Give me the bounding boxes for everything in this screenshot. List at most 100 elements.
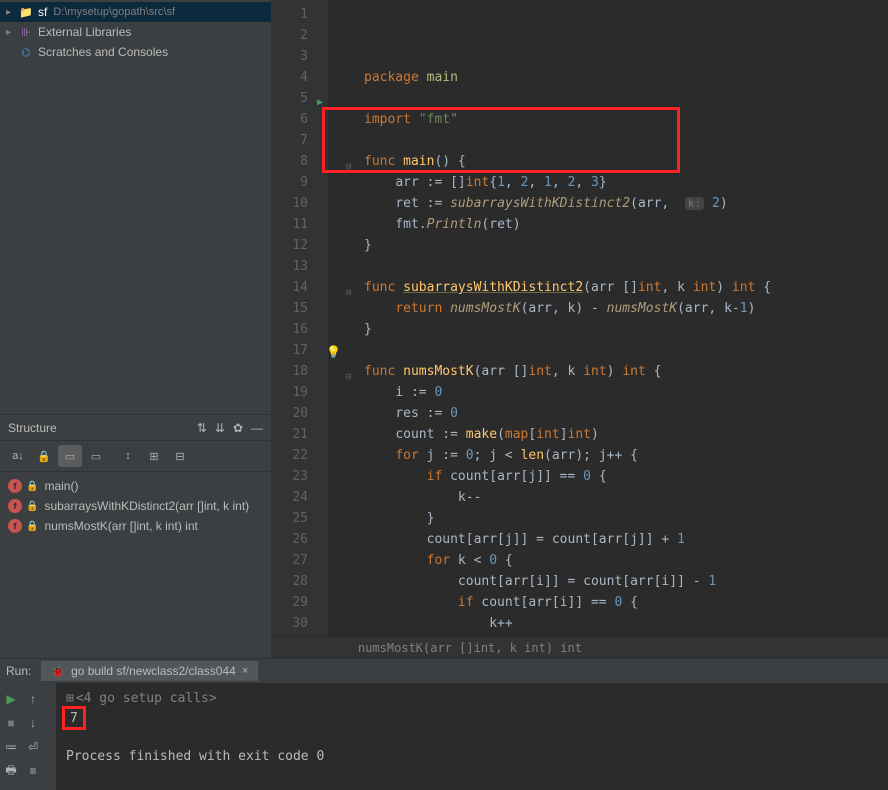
expand-icon[interactable]: ⊞	[66, 691, 74, 706]
structure-item[interactable]: f🔒numsMostK(arr []int, k int) int	[0, 516, 271, 536]
code-line[interactable]: count := make(map[int]int)	[364, 424, 771, 445]
line-number[interactable]: 28	[272, 571, 308, 592]
code-line[interactable]: count[arr[i]] = count[arr[i]] - 1	[364, 571, 771, 592]
play-icon[interactable]: ▶	[0, 688, 22, 710]
code-line[interactable]: arr := []int{1, 2, 1, 2, 3}	[364, 172, 771, 193]
line-number[interactable]: 21	[272, 424, 308, 445]
code-line[interactable]: import "fmt"	[364, 109, 771, 130]
line-number[interactable]: 14	[272, 277, 308, 298]
line-number[interactable]: 30	[272, 613, 308, 634]
code-line[interactable]	[364, 88, 771, 109]
code-line[interactable]: ret := subarraysWithKDistinct2(arr, k: 2…	[364, 193, 771, 214]
code-line[interactable]: ⊟func numsMostK(arr []int, k int) int {	[364, 361, 771, 382]
fold-icon[interactable]: ⊟	[346, 157, 351, 178]
code-line[interactable]	[364, 340, 771, 361]
external-libraries-label: External Libraries	[38, 25, 131, 39]
line-number[interactable]: 20	[272, 403, 308, 424]
line-number[interactable]: 15	[272, 298, 308, 319]
line-number[interactable]: 13	[272, 256, 308, 277]
code-editor[interactable]: 12345▶67891011121314151617💡1819202122232…	[272, 0, 888, 636]
external-libraries[interactable]: ▸ ⊪ External Libraries	[0, 22, 271, 42]
run-bug-icon: 🐞	[51, 665, 65, 678]
breadcrumb[interactable]: numsMostK(arr []int, k int) int	[272, 636, 888, 658]
line-number[interactable]: 29	[272, 592, 308, 613]
scroll-up-icon[interactable]: ↑	[22, 688, 44, 710]
line-number[interactable]: 8	[272, 151, 308, 172]
line-number[interactable]: 22	[272, 445, 308, 466]
code-line[interactable]	[364, 256, 771, 277]
line-number[interactable]: 10	[272, 193, 308, 214]
line-number[interactable]: 12	[272, 235, 308, 256]
code-line[interactable]: count[arr[j]] = count[arr[j]] + 1	[364, 529, 771, 550]
code-line[interactable]: ⊟func subarraysWithKDistinct2(arr []int,…	[364, 277, 771, 298]
code-line[interactable]	[364, 130, 771, 151]
line-number[interactable]: 6	[272, 109, 308, 130]
code-line[interactable]: return numsMostK(arr, k) - numsMostK(arr…	[364, 298, 771, 319]
code-line[interactable]: for k < 0 {	[364, 550, 771, 571]
line-number[interactable]: 3	[272, 46, 308, 67]
structure-item[interactable]: f🔒main()	[0, 476, 271, 496]
line-number[interactable]: 5▶	[272, 88, 308, 109]
code-line[interactable]: for j := 0; j < len(arr); j++ {	[364, 445, 771, 466]
hide-icon[interactable]: —	[251, 421, 263, 435]
line-number[interactable]: 2	[272, 25, 308, 46]
code-line[interactable]: if count[arr[i]] == 0 {	[364, 592, 771, 613]
show-method-icon[interactable]: ▭	[84, 445, 108, 467]
code-line[interactable]: i := 0	[364, 382, 771, 403]
stop-icon[interactable]: ■	[0, 712, 22, 734]
code-line[interactable]: k++	[364, 613, 771, 634]
code-line[interactable]: package main	[364, 67, 771, 88]
close-icon[interactable]: ×	[242, 665, 248, 677]
fold-icon[interactable]: ⊟	[346, 283, 351, 304]
scratches-consoles[interactable]: ⌬ Scratches and Consoles	[0, 42, 271, 62]
autoscroll-icon[interactable]: ↕	[116, 445, 140, 467]
fold-icon[interactable]: ⊟	[346, 367, 351, 388]
line-number[interactable]: 18	[272, 361, 308, 382]
line-number[interactable]: 26	[272, 529, 308, 550]
line-number[interactable]: 24	[272, 487, 308, 508]
run-config-tab[interactable]: 🐞 go build sf/newclass2/class044 ×	[41, 661, 258, 681]
gear-icon[interactable]: ✿	[233, 421, 243, 435]
code-line[interactable]: fmt.Println(ret)	[364, 214, 771, 235]
layout-icon[interactable]: ≔	[0, 736, 22, 758]
code-line[interactable]: k--	[364, 487, 771, 508]
scroll-down-icon[interactable]: ↓	[22, 712, 44, 734]
run-config-name: go build sf/newclass2/class044	[71, 664, 236, 678]
code-line[interactable]: }	[364, 235, 771, 256]
line-number[interactable]: 1	[272, 4, 308, 25]
sort-alpha-icon[interactable]: a↓	[6, 445, 30, 467]
code-line[interactable]: }	[364, 319, 771, 340]
structure-item[interactable]: f🔒subarraysWithKDistinct2(arr []int, k i…	[0, 496, 271, 516]
sort-lock-icon[interactable]: 🔒	[32, 445, 56, 467]
function-icon: f	[8, 479, 22, 493]
project-tree[interactable]: ▸ 📁 sf D:\mysetup\gopath\src\sf ▸ ⊪ Exte…	[0, 0, 271, 62]
run-gutter-icon[interactable]: ▶	[317, 92, 323, 113]
line-number[interactable]: 16	[272, 319, 308, 340]
line-number[interactable]: 25	[272, 508, 308, 529]
chevron-right-icon: ▸	[6, 27, 18, 38]
line-number[interactable]: 9	[272, 172, 308, 193]
run-output[interactable]: ⊞<4 go setup calls> 7 Process finished w…	[56, 683, 888, 790]
line-number[interactable]: 17💡	[272, 340, 308, 361]
show-fields-icon[interactable]: ▭	[58, 445, 82, 467]
code-line[interactable]: ⊟func main() {	[364, 151, 771, 172]
line-number[interactable]: 7	[272, 130, 308, 151]
project-root[interactable]: ▸ 📁 sf D:\mysetup\gopath\src\sf	[0, 2, 271, 22]
collapse-icon[interactable]: ⇊	[215, 421, 225, 435]
expand-all-icon[interactable]: ⊞	[142, 445, 166, 467]
code-line[interactable]: }	[364, 634, 771, 636]
softwrap-icon[interactable]: ⏎	[22, 736, 44, 758]
attach-icon[interactable]: 🖶	[0, 760, 22, 782]
collapse-all-icon[interactable]: ⊟	[168, 445, 192, 467]
code-line[interactable]: res := 0	[364, 403, 771, 424]
line-number[interactable]: 4	[272, 67, 308, 88]
line-number[interactable]: 19	[272, 382, 308, 403]
clear-icon[interactable]: ≡	[22, 760, 44, 782]
line-number[interactable]: 23	[272, 466, 308, 487]
line-number[interactable]: 11	[272, 214, 308, 235]
expand-icon[interactable]: ⇅	[197, 421, 207, 435]
line-number[interactable]: 27	[272, 550, 308, 571]
code-line[interactable]: if count[arr[j]] == 0 {	[364, 466, 771, 487]
lock-icon: 🔒	[26, 501, 38, 512]
code-line[interactable]: }	[364, 508, 771, 529]
